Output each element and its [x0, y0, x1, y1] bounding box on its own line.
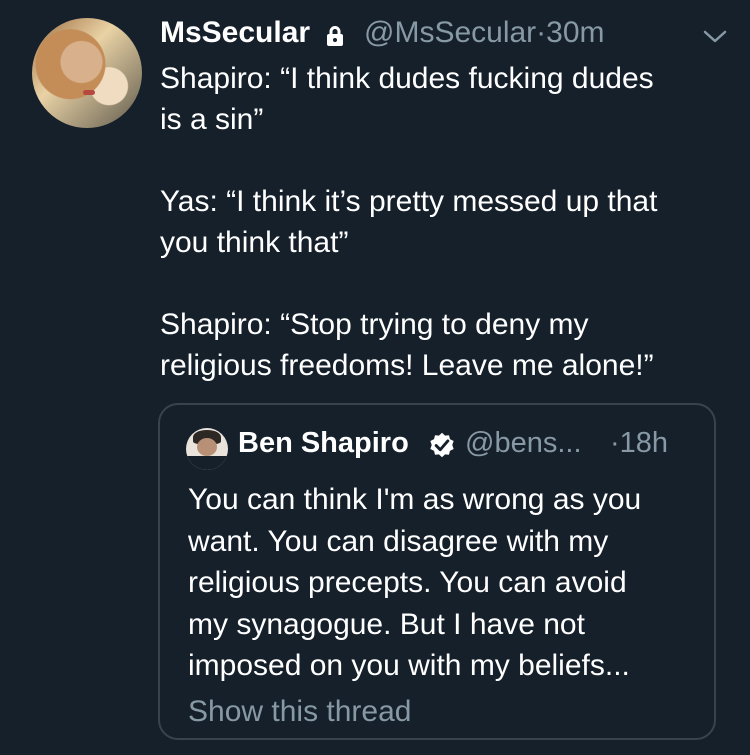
- quoted-author-avatar[interactable]: [186, 428, 228, 470]
- chevron-down-icon[interactable]: [700, 26, 730, 46]
- separator: ·: [610, 427, 620, 459]
- avatar-mouth: [83, 90, 95, 95]
- quoted-tweet-time[interactable]: 18h: [620, 427, 668, 459]
- quoted-tweet-text: You can think I'm as wrong as you want. …: [188, 483, 642, 682]
- tweet-time[interactable]: 30m: [546, 16, 604, 49]
- quoted-author-name[interactable]: Ben Shapiro: [238, 427, 409, 460]
- lock-icon: [327, 26, 343, 46]
- author-name[interactable]: MsSecular: [160, 16, 310, 50]
- avatar-suit: [186, 456, 228, 470]
- author-avatar[interactable]: [32, 18, 142, 128]
- tweet-text: Shapiro: “I think dudes fucking dudes is…: [160, 62, 658, 382]
- author-handle[interactable]: @MsSecular: [364, 16, 536, 49]
- author-handle-and-time[interactable]: @MsSecular·30m: [364, 16, 605, 50]
- quoted-author-handle[interactable]: @bens...: [465, 427, 582, 460]
- verified-badge-icon: [430, 432, 454, 458]
- tweet-header: MsSecular @MsSecular·30m: [160, 16, 730, 56]
- separator: ·: [536, 16, 547, 49]
- show-thread-link[interactable]: Show this thread: [188, 695, 411, 729]
- quoted-tweet-card[interactable]: Ben Shapiro @bens... ·18h You can think …: [158, 403, 716, 740]
- avatar-face: [197, 438, 217, 456]
- quoted-time-block[interactable]: ·18h: [610, 427, 668, 460]
